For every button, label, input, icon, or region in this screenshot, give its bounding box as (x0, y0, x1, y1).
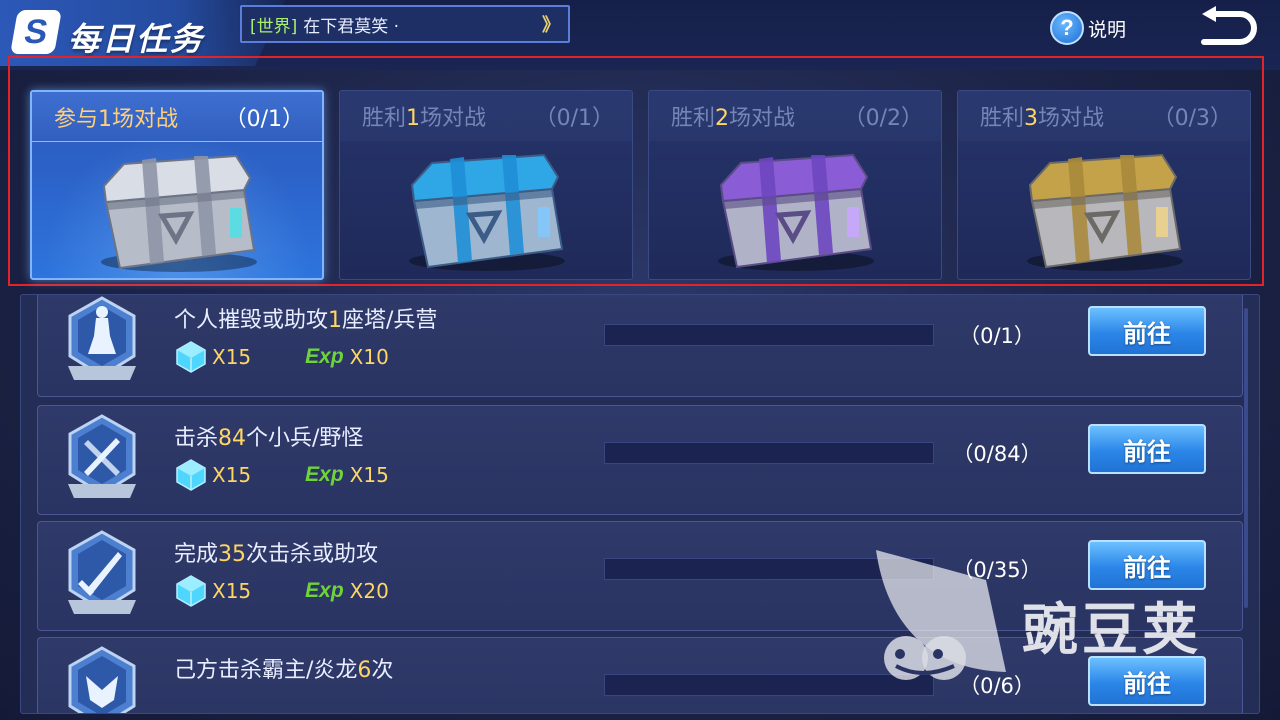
help-label: 说明 (1088, 18, 1127, 41)
task-rewards: X15 Exp X15 (174, 458, 389, 492)
page-title: 每日任务 (68, 20, 205, 58)
exp-reward: X10 (349, 345, 389, 369)
chest-card-2[interactable]: 胜利1场对战 （0/1） (339, 90, 633, 280)
chest-label: 胜利3场对战 (980, 106, 1105, 131)
tower-icon (68, 296, 136, 380)
task-progress-bar (604, 442, 934, 464)
treasure-chest-icon (718, 153, 874, 271)
task-rewards: X15 Exp X20 (174, 574, 389, 608)
task-progress-bar (604, 324, 934, 346)
diamond-gem-icon (176, 341, 206, 373)
chest-header: 胜利2场对战 （0/2） (649, 91, 941, 141)
sword-icon (68, 530, 136, 614)
chat-channel: [世界] (250, 16, 298, 37)
treasure-chest-icon (101, 154, 257, 272)
help-button[interactable]: ? 说明 (1050, 10, 1126, 46)
treasure-chest-icon (409, 153, 565, 271)
chest-progress: （0/2） (843, 106, 923, 131)
go-button[interactable]: 前往 (1088, 424, 1206, 474)
go-button[interactable]: 前往 (1088, 306, 1206, 356)
task-progress-text: （0/84） (952, 442, 1042, 466)
chest-card-3[interactable]: 胜利2场对战 （0/2） (648, 90, 942, 280)
chest-progress: （0/3） (1152, 106, 1232, 131)
chat-message: 在下君莫笑 · (303, 16, 400, 37)
world-chat-bar[interactable]: [世界] 在下君莫笑 · 》 (240, 5, 570, 43)
task-description: 个人摧毁或助攻1座塔/兵营 (174, 308, 438, 333)
question-icon: ? (1050, 11, 1084, 45)
chest-header: 胜利3场对战 （0/3） (958, 91, 1250, 141)
treasure-chest-icon (1027, 153, 1183, 271)
task-progress-text: （0/1） (959, 324, 1035, 348)
chat-expand-icon[interactable]: 》 (542, 11, 560, 37)
chest-progress: （0/1） (534, 106, 614, 131)
task-description: 己方击杀霸主/炎龙6次 (174, 658, 394, 683)
chest-card-4[interactable]: 胜利3场对战 （0/3） (957, 90, 1251, 280)
task-description: 击杀84个小兵/野怪 (174, 426, 364, 451)
game-logo: S (10, 10, 62, 54)
task-row: 击杀84个小兵/野怪 X15 Exp X15 （0/84） 前往 (37, 405, 1243, 515)
gem-reward: X15 (212, 345, 252, 369)
chest-label: 胜利1场对战 (362, 106, 487, 131)
task-rewards: X15 Exp X10 (174, 340, 389, 374)
chest-label: 参与1场对战 (54, 106, 179, 132)
return-arrow-icon[interactable] (1196, 6, 1258, 50)
task-description: 完成35次击杀或助攻 (174, 542, 379, 567)
gem-reward: X15 (212, 579, 252, 603)
diamond-gem-icon (176, 575, 206, 607)
chest-label: 胜利2场对战 (671, 106, 796, 131)
chest-header: 胜利1场对战 （0/1） (340, 91, 632, 141)
swords-icon (68, 414, 136, 498)
exp-icon: Exp (305, 579, 344, 602)
diamond-gem-icon (176, 459, 206, 491)
chest-progress: （0/1） (224, 106, 304, 132)
gem-reward: X15 (212, 463, 252, 487)
watermark-text: 豌豆荚 (1022, 598, 1202, 663)
dragon-icon (68, 646, 136, 713)
chest-header: 参与1场对战 （0/1） (32, 92, 322, 142)
chest-card-1[interactable]: 参与1场对战 （0/1） (30, 90, 324, 280)
exp-reward: X15 (349, 463, 389, 487)
exp-icon: Exp (305, 463, 344, 486)
task-row: 个人摧毁或助攻1座塔/兵营 X15 Exp X10 （0/1） 前往 (37, 295, 1243, 397)
exp-reward: X20 (349, 579, 389, 603)
exp-icon: Exp (305, 345, 344, 368)
